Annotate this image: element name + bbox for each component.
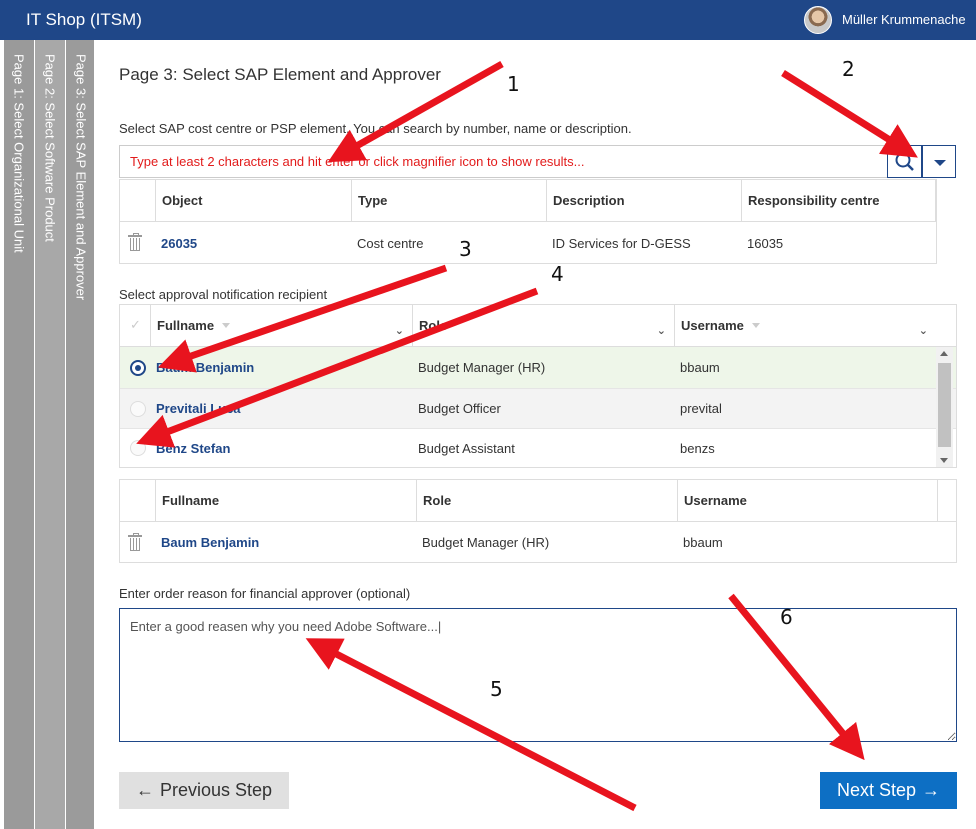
- col-fullname[interactable]: Fullname: [155, 480, 416, 521]
- sap-table-header: Object Type Description Responsibility c…: [120, 180, 936, 222]
- approval-prompt: Select approval notification recipient: [119, 287, 328, 302]
- approver-role: Budget Manager (HR): [418, 360, 546, 375]
- approver-username: benzs: [680, 440, 715, 456]
- col-role[interactable]: Role: [416, 480, 677, 521]
- selected-fullname[interactable]: Baum Benjamin: [155, 522, 416, 563]
- dropdown-arrow-icon: [934, 160, 946, 166]
- next-step-button[interactable]: Next Step →: [820, 772, 957, 809]
- col-fullname[interactable]: Fullname ⌄: [150, 305, 412, 346]
- magnifier-icon: [895, 152, 914, 171]
- next-step-label: Next Step: [836, 780, 917, 800]
- sap-search-box[interactable]: [119, 145, 888, 178]
- scroll-down-icon[interactable]: [940, 458, 948, 463]
- approver-scrollbar[interactable]: [936, 347, 953, 467]
- col-responsibility[interactable]: Responsibility centre: [741, 180, 936, 221]
- table-row[interactable]: Previtali Luca Budget Officer prevital: [120, 388, 956, 428]
- previous-step-button[interactable]: ← Previous Step: [119, 772, 289, 809]
- approver-username: prevital: [680, 401, 722, 416]
- arrow-right-icon: →: [922, 780, 941, 800]
- sap-search-input[interactable]: [120, 146, 887, 177]
- step-tab-1[interactable]: Page 1: Select Organizational Unit: [4, 40, 34, 829]
- user-name[interactable]: Müller Krummenache: [842, 12, 966, 27]
- trash-icon[interactable]: [128, 233, 142, 251]
- approver-table-header: ✓ Fullname ⌄ Role ⌄ Username ⌄: [120, 305, 956, 347]
- approver-role: Budget Officer: [418, 401, 501, 416]
- sap-object-link[interactable]: 26035: [155, 222, 351, 264]
- chevron-down-icon[interactable]: ⌄: [657, 324, 666, 337]
- selected-role: Budget Manager (HR): [422, 535, 550, 550]
- sap-description: ID Services for D-GESS: [552, 235, 691, 251]
- col-type[interactable]: Type: [351, 180, 546, 221]
- chevron-down-icon[interactable]: ⌄: [919, 324, 928, 337]
- table-row: 26035 Cost centre ID Services for D-GESS…: [120, 222, 936, 264]
- col-object[interactable]: Object: [155, 180, 351, 221]
- scroll-thumb[interactable]: [938, 363, 951, 447]
- table-row: Baum Benjamin Budget Manager (HR) bbaum: [120, 522, 956, 563]
- selected-approver-table: Fullname Role Username Baum Benjamin Bud…: [119, 479, 957, 563]
- arrow-left-icon: ←: [135, 780, 154, 800]
- radio-icon[interactable]: [130, 401, 146, 417]
- approver-role: Budget Assistant: [418, 440, 515, 456]
- radio-icon[interactable]: [130, 360, 146, 376]
- sap-type: Cost centre: [357, 235, 424, 251]
- selected-username: bbaum: [683, 535, 723, 550]
- page-title: Page 3: Select SAP Element and Approver: [119, 65, 441, 84]
- col-username[interactable]: Username: [677, 480, 938, 521]
- approver-fullname[interactable]: Previtali Luca: [150, 389, 412, 428]
- table-row[interactable]: Benz Stefan Budget Assistant benzs: [120, 428, 956, 467]
- main-content: Page 3: Select SAP Element and Approver …: [94, 40, 976, 829]
- step-tab-2[interactable]: Page 2: Select Software Product: [35, 40, 65, 829]
- sap-dropdown-button[interactable]: [922, 145, 956, 178]
- user-avatar[interactable]: [804, 6, 832, 34]
- approver-fullname[interactable]: Benz Stefan: [150, 429, 412, 467]
- check-all-icon[interactable]: ✓: [130, 317, 141, 333]
- sap-prompt: Select SAP cost centre or PSP element. Y…: [119, 121, 632, 136]
- reason-prompt: Enter order reason for financial approve…: [119, 586, 411, 601]
- step-label-1: Page 1: Select Organizational Unit: [11, 54, 27, 253]
- col-role[interactable]: Role ⌄: [412, 305, 674, 346]
- previous-step-label: Previous Step: [159, 780, 273, 800]
- sap-responsibility: 16035: [747, 235, 784, 251]
- table-row[interactable]: Baum Benjamin Budget Manager (HR) bbaum: [120, 347, 956, 388]
- trash-icon[interactable]: [128, 533, 142, 551]
- step-label-3: Page 3: Select SAP Element and Approver: [73, 54, 89, 301]
- chevron-down-icon[interactable]: ⌄: [395, 324, 404, 337]
- scroll-up-icon[interactable]: [940, 351, 948, 356]
- step-tab-3[interactable]: Page 3: Select SAP Element and Approver: [66, 40, 94, 829]
- radio-icon[interactable]: [130, 440, 146, 456]
- sap-table: Object Type Description Responsibility c…: [119, 179, 937, 264]
- col-description[interactable]: Description: [546, 180, 741, 221]
- step-label-2: Page 2: Select Software Product: [42, 54, 58, 242]
- approver-fullname[interactable]: Baum Benjamin: [150, 347, 412, 388]
- col-username[interactable]: Username ⌄: [674, 305, 936, 346]
- approver-table: ✓ Fullname ⌄ Role ⌄ Username ⌄ Baum Benjami…: [119, 304, 957, 468]
- app-title[interactable]: IT Shop (ITSM): [26, 10, 142, 30]
- order-reason-textarea[interactable]: [119, 608, 957, 742]
- approver-username: bbaum: [680, 360, 720, 375]
- top-bar: IT Shop (ITSM) Müller Krummenache: [0, 0, 976, 40]
- magnifier-button[interactable]: [887, 145, 922, 178]
- selected-table-header: Fullname Role Username: [120, 480, 956, 522]
